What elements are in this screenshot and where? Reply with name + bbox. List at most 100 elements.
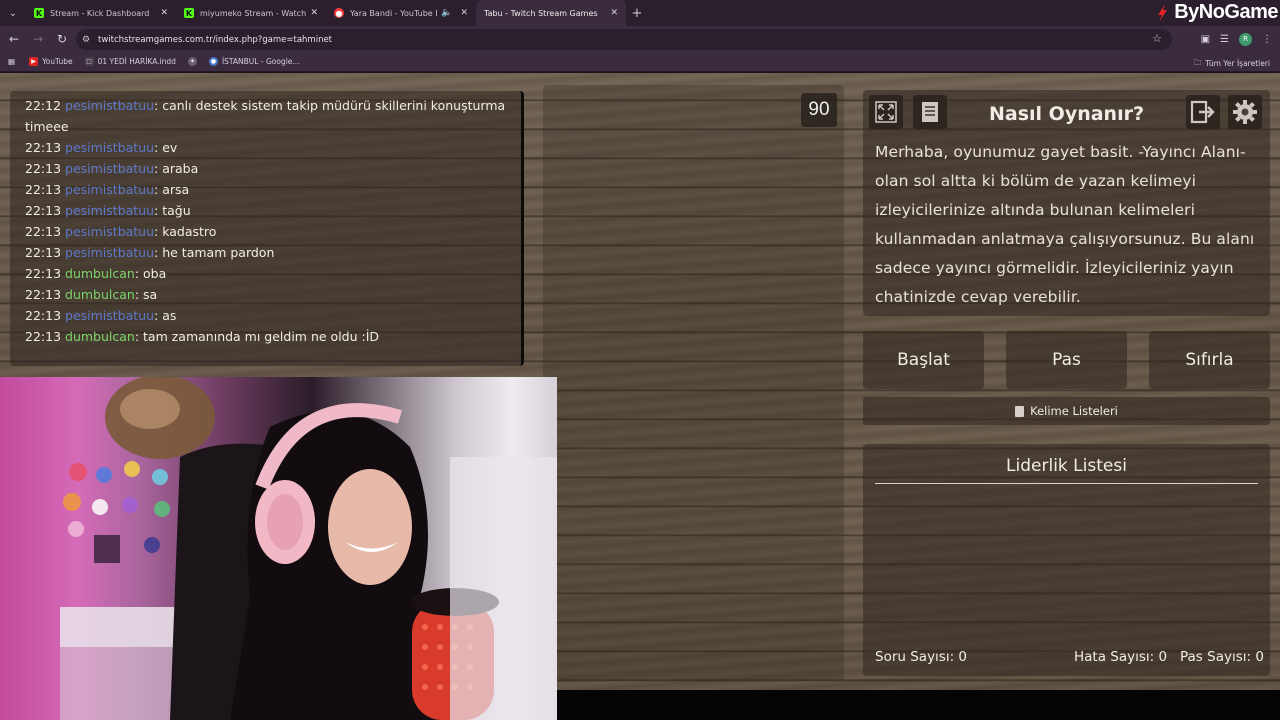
chat-timestamp: 22:13 (25, 266, 62, 281)
chat-message: 22:13 dumbulcan: oba (25, 263, 513, 284)
browser-toolbar: ← → ↻ ⚙ twitchstreamgames.com.tr/index.p… (0, 26, 1280, 52)
chat-username[interactable]: pesimistbatuu (65, 161, 154, 176)
profile-avatar[interactable]: R (1239, 32, 1252, 46)
forward-arrow-icon[interactable]: → (26, 32, 50, 46)
youtube-music-icon: ● (334, 8, 344, 18)
tab-youtube-music[interactable]: ● Yara Bandi - YouTube Music 🔈 ✕ (326, 0, 476, 26)
tab-title: Stream - Kick Dashboard (50, 8, 150, 18)
tab-title: Tabu - Twitch Stream Games (484, 8, 598, 18)
chat-text: : sa (134, 287, 158, 302)
settings-button[interactable] (1228, 95, 1262, 129)
extensions-icon[interactable]: ▣ (1201, 34, 1210, 45)
leaderboard-panel: Liderlik Listesi Soru Sayısı: 0 Hata Say… (863, 444, 1270, 676)
chat-messages: 22:12 pesimistbatuu: canlı destek sistem… (25, 95, 513, 347)
countdown-timer: 90 (801, 93, 837, 127)
menu-kebab-icon[interactable]: ⋮ (1262, 34, 1272, 45)
chat-text: : tam zamanında mı geldim ne oldu :İD (134, 329, 380, 344)
chat-username[interactable]: pesimistbatuu (65, 224, 154, 239)
apps-grid-icon[interactable]: ▦ (8, 57, 15, 66)
browser-tab-bar: ⌄ K Stream - Kick Dashboard ✕ K miyumeko… (0, 0, 1280, 26)
reset-button[interactable]: Sıfırla (1149, 331, 1270, 389)
bookmark-istanbul[interactable]: ● İSTANBUL - Google... (208, 57, 300, 66)
chat-panel: 22:12 pesimistbatuu: canlı destek sistem… (10, 91, 524, 366)
word-lists-button[interactable]: Kelime Listeleri (863, 397, 1270, 425)
chat-text: : oba (134, 266, 167, 281)
bookmarks-bar: ▦ ▶ YouTube □ 01 YEDİ HARİKA.indd ✦ ● İS… (0, 52, 1280, 72)
chat-message: 22:13 pesimistbatuu: kadastro (25, 221, 513, 242)
chat-message: 22:13 pesimistbatuu: as (25, 305, 513, 326)
document-icon: □ (84, 57, 94, 66)
chat-username[interactable]: dumbulcan (65, 329, 135, 344)
close-icon[interactable]: ✕ (310, 8, 318, 18)
chat-timestamp: 22:13 (25, 329, 62, 344)
all-bookmarks[interactable]: 🗀 Tüm Yer İşaretleri (1194, 57, 1270, 70)
chat-timestamp: 22:13 (25, 245, 62, 260)
folder-icon: 🗀 (1193, 58, 1202, 67)
bookmark-label: İSTANBUL - Google... (221, 57, 300, 66)
url-text[interactable]: twitchstreamgames.com.tr/index.php?game=… (98, 35, 332, 45)
pass-count: Pas Sayısı: 0 (1180, 649, 1264, 665)
chat-message: 22:13 pesimistbatuu: ev (25, 137, 513, 158)
bookmark-youtube[interactable]: ▶ YouTube (29, 57, 73, 66)
kick-icon: K (34, 8, 44, 18)
bookmark-globe[interactable]: ✦ (187, 57, 201, 66)
bynogame-logo-icon (1158, 3, 1168, 22)
bynogame-watermark: ByNoGame (1154, 1, 1278, 24)
start-button[interactable]: Başlat (863, 331, 984, 389)
kick-icon: K (184, 8, 194, 18)
chat-text: : ev (154, 140, 178, 155)
back-arrow-icon[interactable]: ← (2, 32, 26, 46)
chat-timestamp: 22:13 (25, 203, 62, 218)
reload-icon[interactable]: ↻ (50, 32, 74, 46)
bookmark-label: 01 YEDİ HARİKA.indd (97, 57, 176, 66)
how-to-play-text: Merhaba, oyunumuz gayet basit. -Yayıncı … (875, 143, 1255, 306)
tab-tabu-active[interactable]: Tabu - Twitch Stream Games ✕ (476, 0, 626, 26)
site-info-icon[interactable]: ⚙ (82, 35, 96, 45)
chat-message: 22:12 pesimistbatuu: canlı destek sistem… (25, 95, 513, 137)
chat-username[interactable]: pesimistbatuu (65, 140, 154, 155)
how-to-play-panel: Nasıl Oynanır? Merhaba, oyunumuz gayet b… (863, 90, 1270, 316)
chat-message: 22:13 pesimistbatuu: tağu (25, 200, 513, 221)
tab-title: Yara Bandi - YouTube Music (350, 8, 437, 18)
streamer-area (543, 85, 844, 681)
pass-button[interactable]: Pas (1006, 331, 1127, 389)
globe-icon: ✦ (187, 57, 197, 66)
gear-icon (1233, 100, 1257, 124)
close-icon[interactable]: ✕ (160, 8, 168, 18)
youtube-icon: ▶ (29, 57, 39, 66)
chat-username[interactable]: pesimistbatuu (65, 98, 154, 113)
bookmark-star-icon[interactable]: ☆ (1152, 32, 1162, 45)
close-icon[interactable]: ✕ (610, 8, 618, 18)
chat-timestamp: 22:13 (25, 308, 62, 323)
tab-miyumeko-stream[interactable]: K miyumeko Stream - Watch Live ✕ (176, 0, 326, 26)
exit-button[interactable] (1186, 95, 1220, 129)
chat-username[interactable]: dumbulcan (65, 266, 135, 281)
book-icon (1015, 405, 1025, 417)
tab-kick-dashboard[interactable]: K Stream - Kick Dashboard ✕ (26, 0, 176, 26)
chat-text: : kadastro (154, 224, 217, 239)
webcam-overlay (0, 377, 557, 720)
leaderboard-title: Liderlik Listesi (875, 456, 1258, 484)
chat-username[interactable]: pesimistbatuu (65, 245, 154, 260)
watermark-text: ByNoGame (1174, 1, 1278, 23)
speaker-icon: 🔈 (441, 8, 453, 18)
chat-username[interactable]: pesimistbatuu (65, 182, 154, 197)
chat-username[interactable]: pesimistbatuu (65, 308, 154, 323)
globe-icon: ● (208, 57, 218, 66)
chat-text: : as (154, 308, 177, 323)
chat-username[interactable]: pesimistbatuu (65, 203, 154, 218)
chat-text: : he tamam pardon (154, 245, 275, 260)
address-bar[interactable]: ⚙ twitchstreamgames.com.tr/index.php?gam… (76, 29, 1172, 50)
word-lists-label: Kelime Listeleri (1030, 404, 1118, 418)
chat-username[interactable]: dumbulcan (65, 287, 135, 302)
chat-message: 22:13 dumbulcan: sa (25, 284, 513, 305)
close-icon[interactable]: ✕ (460, 8, 468, 18)
media-controls-icon[interactable]: ☰ (1220, 34, 1229, 45)
exit-icon (1190, 100, 1215, 124)
bookmark-yedi-harika[interactable]: □ 01 YEDİ HARİKA.indd (84, 57, 176, 66)
tab-search-chevron-icon[interactable]: ⌄ (0, 0, 26, 26)
question-count: Soru Sayısı: 0 (875, 649, 968, 665)
chat-text: : arsa (154, 182, 190, 197)
chat-timestamp: 22:13 (25, 287, 62, 302)
new-tab-button[interactable]: + (626, 6, 648, 21)
